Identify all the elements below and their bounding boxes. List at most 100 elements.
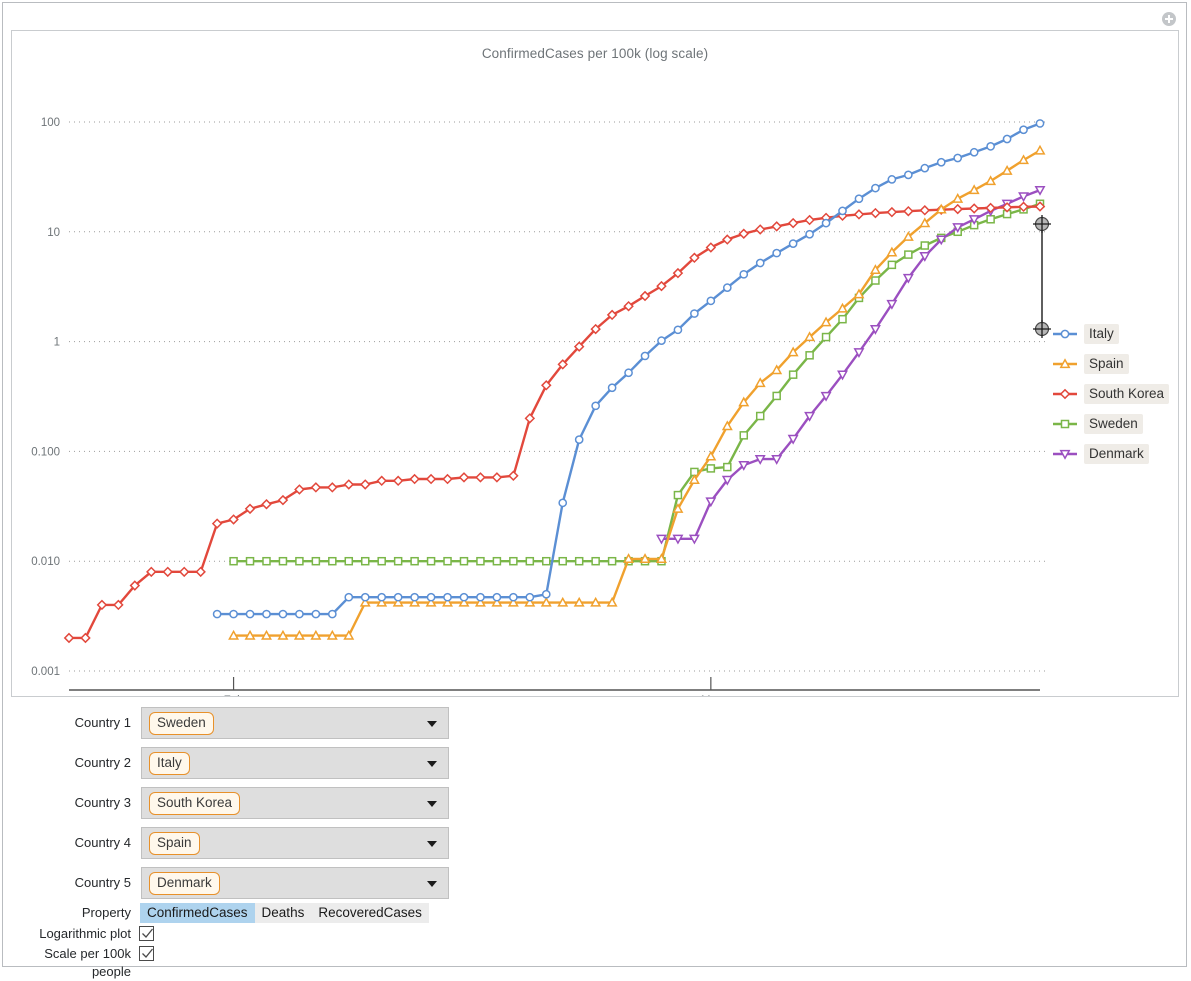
data-point-marker <box>952 203 963 215</box>
country-label-4: Country 4 <box>74 835 131 850</box>
check-icon <box>142 948 154 958</box>
data-point-marker <box>607 556 617 566</box>
checkbox-scale-per-100k-people[interactable] <box>139 946 154 961</box>
data-point-marker <box>475 472 486 483</box>
data-point-marker <box>1034 185 1046 196</box>
data-point-marker <box>986 215 995 224</box>
data-point-marker <box>640 351 650 361</box>
data-point-marker <box>969 147 979 157</box>
chart-panel: ConfirmedCases per 100k (log scale) 100 1… <box>11 30 1179 697</box>
data-point-marker <box>492 592 502 602</box>
country-dropdown-2[interactable]: Italy <box>141 747 449 779</box>
data-point-marker <box>525 556 535 566</box>
legend-item-denmark[interactable]: Denmark <box>1052 444 1149 464</box>
data-point-marker <box>655 553 667 563</box>
data-point-marker <box>96 599 108 611</box>
data-point-marker <box>722 234 733 245</box>
data-point-marker <box>261 499 272 510</box>
chevron-down-icon[interactable] <box>427 721 437 727</box>
close-circle-icon[interactable] <box>1162 12 1176 26</box>
range-selector-handle[interactable] <box>1033 215 1051 338</box>
data-point-marker <box>211 518 223 529</box>
data-point-marker <box>261 629 272 640</box>
legend-label: Sweden <box>1084 414 1143 434</box>
series-denmark <box>655 185 1046 545</box>
data-point-marker <box>393 592 403 602</box>
data-point-marker <box>920 163 930 173</box>
data-point-marker <box>805 229 814 239</box>
line-chart-plot: 100 10 1 0.100 0.010 0.001 Feb Mar <box>31 117 1051 696</box>
property-option-confirmedcases[interactable]: ConfirmedCases <box>140 903 255 923</box>
data-point-marker <box>310 629 322 640</box>
legend-label: South Korea <box>1084 384 1170 404</box>
data-point-marker <box>278 556 288 566</box>
data-point-marker <box>558 498 568 508</box>
data-point-marker <box>1060 329 1070 339</box>
data-point-marker <box>723 462 732 472</box>
checkbox-row-1: Logarithmic plot <box>3 925 1186 945</box>
data-point-marker <box>1019 125 1028 135</box>
legend-item-south-korea[interactable]: South Korea <box>1052 384 1170 404</box>
data-point-marker <box>262 609 271 619</box>
data-point-marker <box>245 556 255 566</box>
legend-item-spain[interactable]: Spain <box>1052 354 1129 374</box>
data-point-marker <box>706 464 716 473</box>
chevron-down-icon[interactable] <box>427 881 437 887</box>
data-point-marker <box>1060 419 1070 429</box>
data-point-marker <box>706 296 716 306</box>
chevron-down-icon[interactable] <box>427 761 437 767</box>
data-point-marker <box>343 479 355 490</box>
data-point-marker <box>426 592 436 602</box>
country-dropdown-1[interactable]: Sweden <box>141 707 449 739</box>
country-value-token-2[interactable]: Italy <box>149 752 190 775</box>
country-value-token-3[interactable]: South Korea <box>149 792 241 815</box>
checkbox-row-2: Scale per 100k people <box>3 945 1186 979</box>
data-point-marker <box>722 283 732 292</box>
data-point-marker <box>476 592 485 602</box>
chevron-down-icon[interactable] <box>427 841 437 847</box>
legend-label: Spain <box>1084 354 1129 374</box>
data-point-marker <box>63 632 75 644</box>
chevron-down-icon[interactable] <box>427 801 437 807</box>
series-italy <box>212 119 1045 619</box>
data-point-marker <box>344 592 354 602</box>
data-point-marker <box>887 260 897 270</box>
data-point-marker <box>606 596 618 607</box>
country-value-token-4[interactable]: Spain <box>149 832 200 855</box>
data-point-marker <box>311 556 321 566</box>
data-point-marker <box>509 592 518 602</box>
data-point-marker <box>491 472 503 483</box>
data-point-marker <box>359 479 371 490</box>
data-point-marker <box>787 217 799 229</box>
legend-item-italy[interactable]: Italy <box>1052 324 1119 344</box>
data-point-marker <box>936 157 946 167</box>
data-point-marker <box>639 553 651 563</box>
country-dropdown-5[interactable]: Denmark <box>141 867 449 899</box>
property-option-recoveredcases[interactable]: RecoveredCases <box>311 903 429 923</box>
data-point-marker <box>591 401 600 411</box>
country-value-token-5[interactable]: Denmark <box>149 872 220 895</box>
data-point-marker <box>672 534 684 545</box>
property-option-deaths[interactable]: Deaths <box>255 903 312 923</box>
data-point-marker <box>326 629 338 640</box>
data-point-marker <box>657 336 666 346</box>
data-point-marker <box>870 207 881 219</box>
data-point-marker <box>705 497 717 508</box>
data-point-marker <box>525 592 535 602</box>
data-point-marker <box>853 209 865 220</box>
data-point-marker <box>821 218 831 228</box>
legend-item-sweden[interactable]: Sweden <box>1052 414 1143 434</box>
data-point-marker <box>887 175 897 184</box>
country-dropdown-4[interactable]: Spain <box>141 827 449 859</box>
data-point-marker <box>771 455 783 465</box>
data-point-marker <box>986 142 995 151</box>
data-point-marker <box>655 534 667 545</box>
checkbox-logarithmic-plot[interactable] <box>139 926 154 941</box>
country-label-5: Country 5 <box>74 875 131 890</box>
checkbox-rows: Logarithmic plot Scale per 100k people <box>3 925 1186 979</box>
data-point-marker <box>229 556 238 566</box>
y-axis-tick-label: 10 <box>47 227 60 239</box>
country-value-token-1[interactable]: Sweden <box>149 712 214 735</box>
property-setter-bar[interactable]: ConfirmedCases Deaths RecoveredCases <box>140 903 429 923</box>
country-dropdown-3[interactable]: South Korea <box>141 787 449 819</box>
